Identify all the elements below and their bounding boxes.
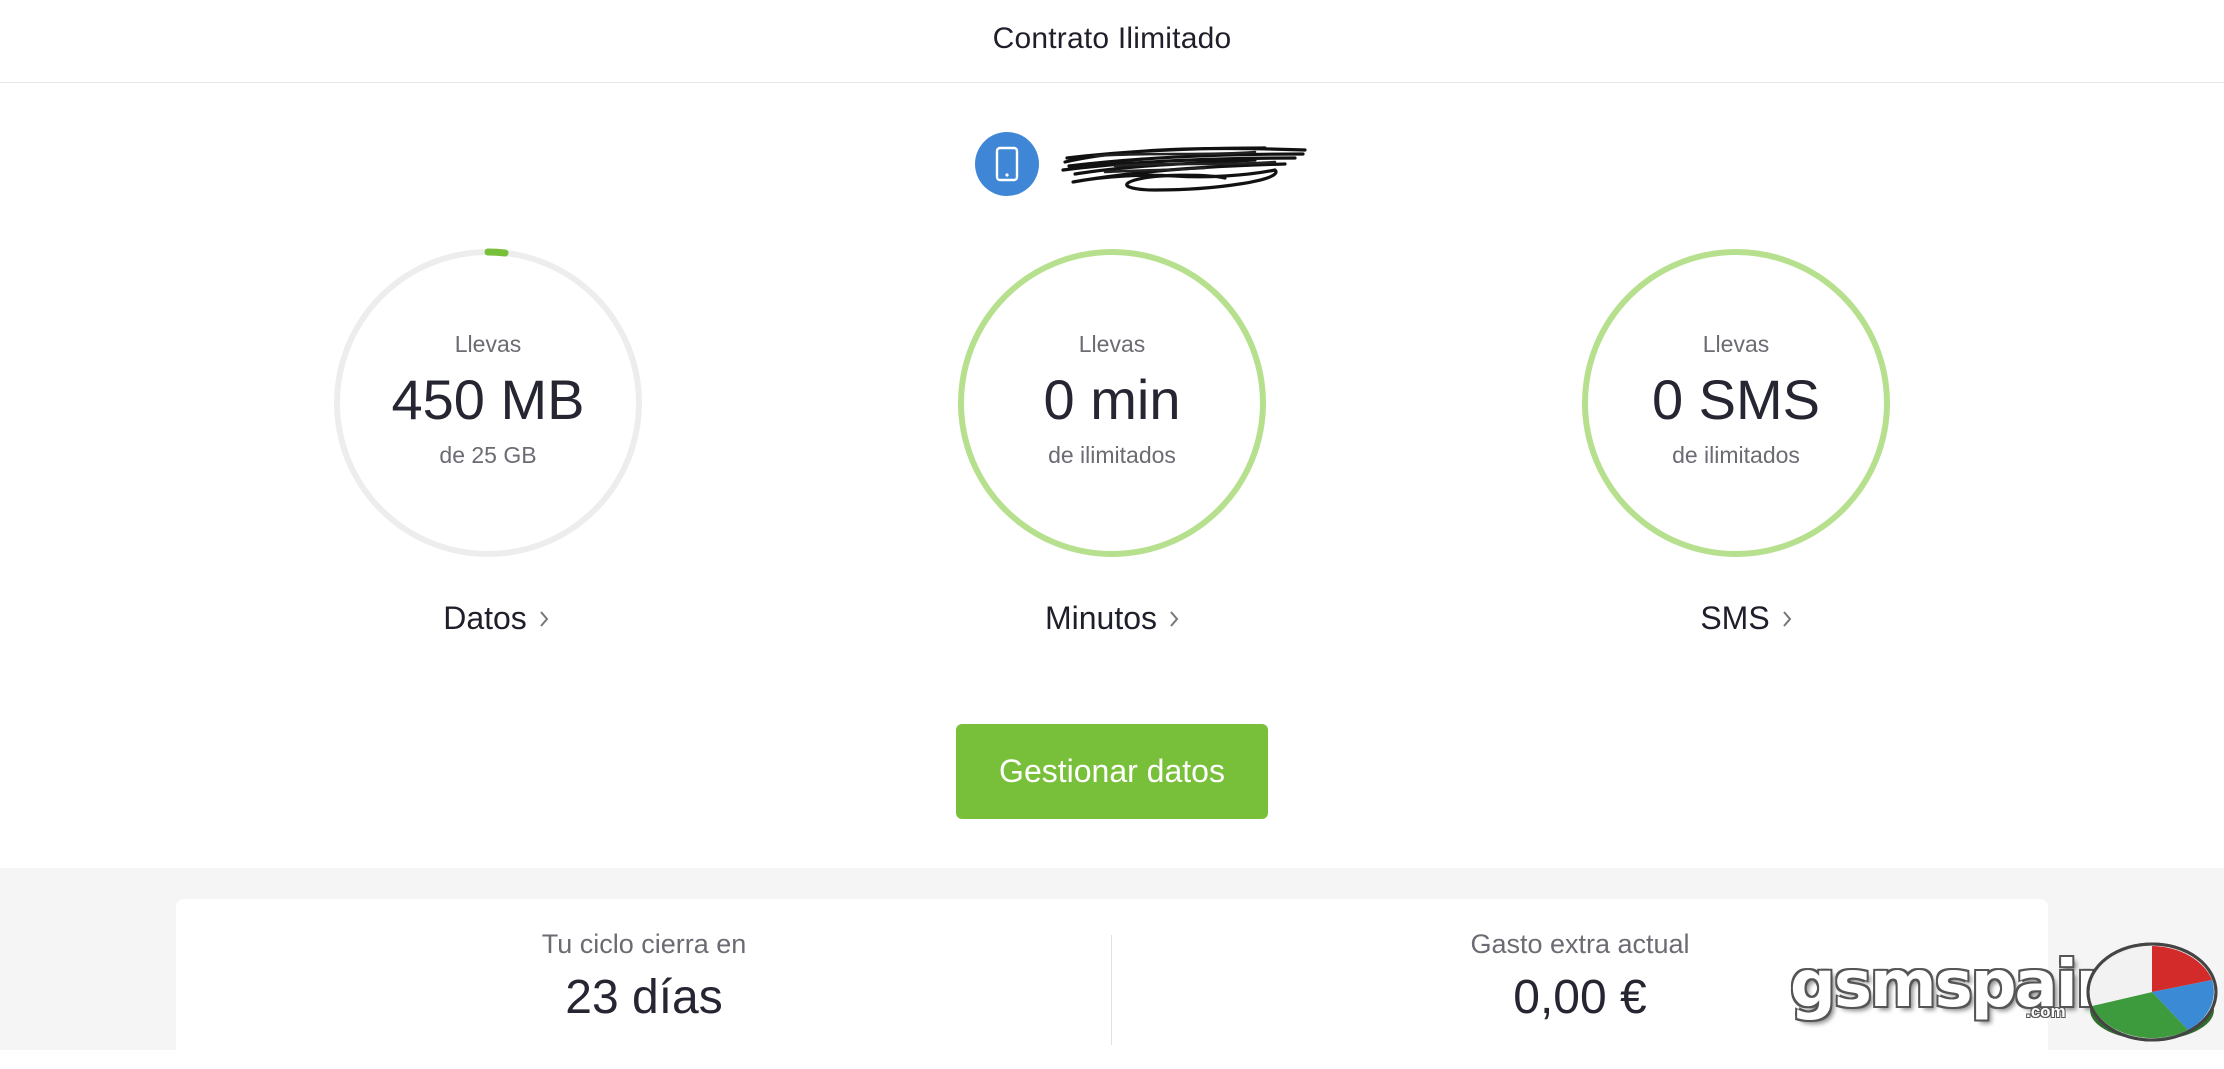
chevron-right-icon	[1782, 610, 1792, 628]
extra-cost-value: 0,00 €	[1513, 971, 1647, 1024]
minutes-used-value: 0 min	[1043, 368, 1181, 431]
minutes-link-label: Minutos	[1044, 600, 1158, 636]
extra-cost-label: Gasto extra actual	[1470, 929, 1690, 959]
chevron-right-icon	[539, 610, 549, 628]
manage-data-button[interactable]: Gestionar datos	[956, 724, 1268, 819]
chevron-right-icon	[1169, 610, 1179, 628]
gsmspain-logo-icon	[2086, 942, 2218, 1042]
sms-details-link[interactable]: SMS	[1590, 600, 1902, 637]
billing-summary-card: Tu ciclo cierra en 23 días Gasto extra a…	[176, 899, 2048, 1069]
data-limit: de 25 GB	[439, 442, 537, 468]
sms-caption: Llevas	[1702, 331, 1770, 357]
watermark-domain: .com	[2026, 1002, 2066, 1021]
data-caption: Llevas	[454, 331, 522, 357]
minutes-limit: de ilimitados	[1048, 442, 1176, 468]
top-bar: Contrato Ilimitado	[0, 0, 2224, 83]
gsmspain-watermark: gsmspain .com	[1782, 932, 2224, 1050]
data-link-label: Datos	[443, 600, 527, 636]
redacted-phone-number	[1061, 146, 1307, 192]
sms-used-value: 0 SMS	[1651, 368, 1821, 431]
cycle-summary: Tu ciclo cierra en 23 días	[176, 899, 1112, 1069]
line-avatar	[975, 132, 1039, 196]
minutes-details-link[interactable]: Minutos	[956, 600, 1268, 637]
data-details-link[interactable]: Datos	[340, 600, 652, 637]
minutes-usage-meter: Llevas 0 min de ilimitados	[956, 247, 1268, 559]
minutes-caption: Llevas	[1078, 331, 1146, 357]
sms-link-label: SMS	[1700, 600, 1770, 636]
sms-usage-meter: Llevas 0 SMS de ilimitados	[1580, 247, 1892, 559]
page-title: Contrato Ilimitado	[992, 22, 1232, 55]
data-usage-meter: Llevas 450 MB de 25 GB	[332, 247, 644, 559]
cycle-label: Tu ciclo cierra en	[541, 929, 747, 959]
cycle-days-remaining: 23 días	[565, 971, 723, 1024]
data-used-value: 450 MB	[391, 368, 585, 431]
mobile-phone-icon	[995, 146, 1019, 182]
sms-limit: de ilimitados	[1672, 442, 1800, 468]
watermark-text: gsmspain	[1790, 948, 2121, 1022]
